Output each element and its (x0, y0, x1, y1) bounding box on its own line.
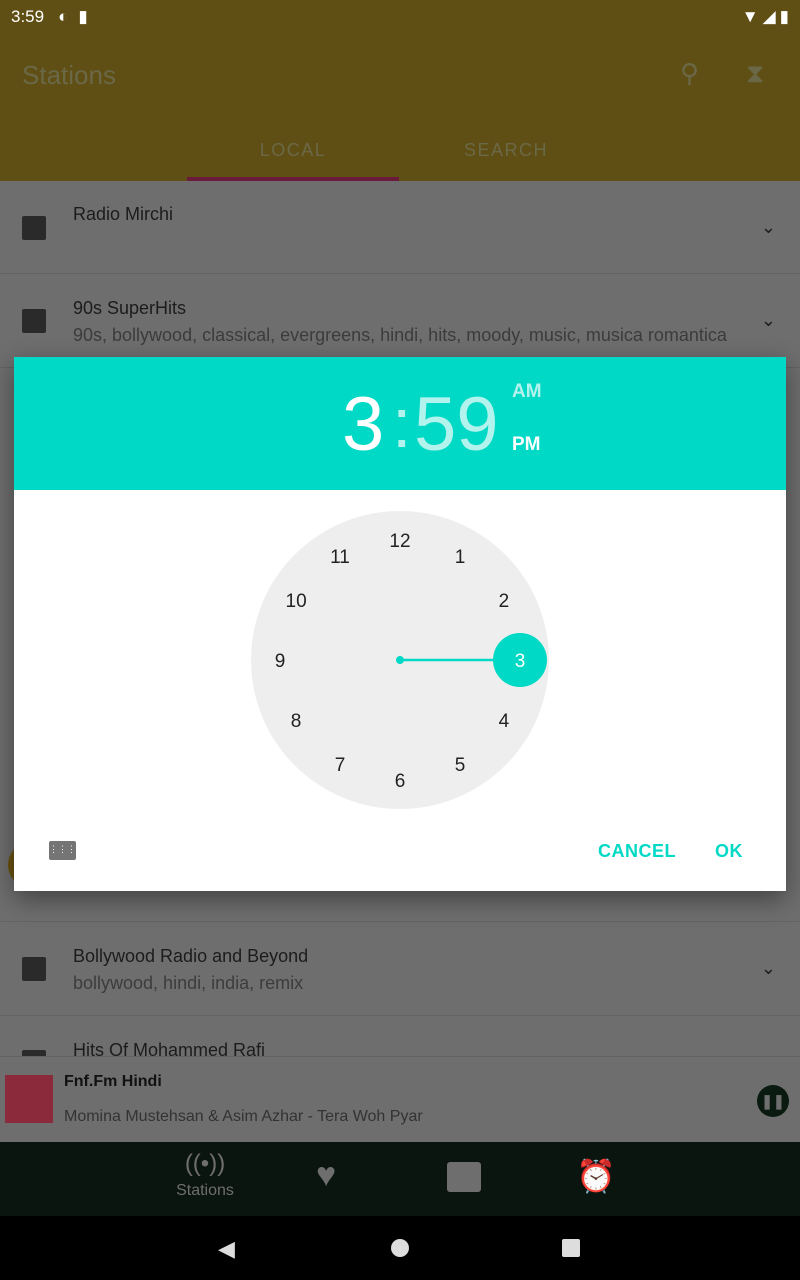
nav-stations-label: Stations (176, 1182, 234, 1199)
hour-7[interactable]: 7 (335, 755, 346, 776)
time-header: 3 : 59 AM PM (14, 357, 786, 490)
hour-4[interactable]: 4 (499, 711, 510, 732)
clock-center[interactable] (396, 656, 404, 664)
bottom-nav: ((•)) Stations ♥ ⏰ (0, 1142, 800, 1216)
wifi-icon: ▼ (741, 7, 759, 26)
player-station: Fnf.Fm Hindi (64, 1073, 162, 1090)
hour-2[interactable]: 2 (499, 591, 510, 612)
image-icon (22, 216, 46, 240)
station-name: Radio Mirchi (73, 204, 174, 224)
status-time: 3:59 (11, 7, 45, 26)
list-item[interactable]: 90s SuperHits 90s, bollywood, classical,… (0, 274, 800, 368)
tab-local[interactable]: LOCAL (187, 140, 399, 161)
hour-11[interactable]: 11 (330, 547, 350, 568)
station-name: 90s SuperHits (73, 298, 187, 318)
chevron-down-icon[interactable]: ⌄ (761, 310, 776, 331)
status-bar: 3:59 ◐ ▮ ▼ ◢ ▮ (0, 0, 800, 34)
alarm-clock-icon[interactable]: ⏰ (576, 1157, 616, 1195)
ok-button[interactable]: OK (715, 841, 743, 862)
am-toggle[interactable]: AM (512, 381, 542, 403)
mini-player[interactable]: Fnf.Fm Hindi Momina Mustehsan & Asim Azh… (0, 1056, 800, 1142)
hour-6[interactable]: 6 (395, 771, 406, 792)
time-separator: : (392, 384, 412, 462)
notification-icon: ◐ (58, 7, 69, 26)
hour-5[interactable]: 5 (455, 755, 466, 776)
tab-search[interactable]: SEARCH (400, 140, 612, 161)
list-item[interactable]: Bollywood Radio and Beyond bollywood, hi… (0, 921, 800, 1016)
clock-face[interactable]: 121234567891011 (14, 507, 786, 837)
page-title: Stations (22, 60, 116, 90)
hour-9[interactable]: 9 (275, 651, 286, 672)
minute-display[interactable]: 59 (414, 381, 499, 468)
hour-12[interactable]: 12 (389, 531, 410, 552)
home-icon[interactable] (391, 1239, 409, 1257)
signal-icon: ◢ (762, 7, 776, 26)
system-nav-bar: ◀ (0, 1216, 800, 1280)
video-camera-icon[interactable] (447, 1162, 481, 1192)
list-item[interactable]: Hits Of Mohammed Rafi (0, 1016, 800, 1074)
hour-display[interactable]: 3 (342, 381, 384, 468)
chevron-down-icon[interactable]: ⌄ (761, 958, 776, 979)
hour-10[interactable]: 10 (286, 591, 307, 612)
station-artwork (5, 1075, 53, 1123)
chevron-down-icon[interactable]: ⌄ (761, 217, 776, 238)
radio-tower-icon: ((•)) (184, 1150, 226, 1177)
station-tags: 90s, bollywood, classical, evergreens, h… (73, 325, 727, 345)
player-track: Momina Mustehsan & Asim Azhar - Tera Woh… (64, 1108, 423, 1125)
hour-8[interactable]: 8 (291, 711, 302, 732)
battery-icon: ▮ (779, 7, 789, 26)
back-icon[interactable]: ◀ (218, 1236, 235, 1262)
pm-toggle[interactable]: PM (512, 434, 541, 456)
image-icon (22, 957, 46, 981)
image-icon (22, 309, 46, 333)
list-item[interactable]: Radio Mirchi ⌄ (0, 181, 800, 274)
search-icon[interactable]: ⚲ (680, 58, 699, 89)
hour-1[interactable]: 1 (455, 547, 466, 568)
sd-card-icon: ▮ (78, 7, 88, 26)
hour-3[interactable]: 3 (515, 651, 526, 672)
recents-icon[interactable] (562, 1239, 580, 1257)
heart-icon[interactable]: ♥ (316, 1156, 336, 1195)
nav-stations[interactable]: ((•)) Stations (150, 1150, 260, 1200)
app-bar: Stations ⚲ ⧗ LOCAL SEARCH (0, 34, 800, 181)
cancel-button[interactable]: CANCEL (598, 841, 676, 862)
pause-button[interactable]: ❚❚ (757, 1085, 789, 1117)
station-tags: bollywood, hindi, india, remix (73, 973, 304, 993)
keyboard-icon[interactable]: ⋮⋮⋮ (49, 841, 76, 860)
time-picker-dialog: 3 : 59 AM PM 12 1 2 3 4 5 6 7 8 9 10 11 ⋮⋮⋮ CANCEL … (14, 357, 786, 891)
station-name: Bollywood Radio and Beyond (73, 946, 309, 966)
hourglass-icon[interactable]: ⧗ (746, 58, 764, 90)
